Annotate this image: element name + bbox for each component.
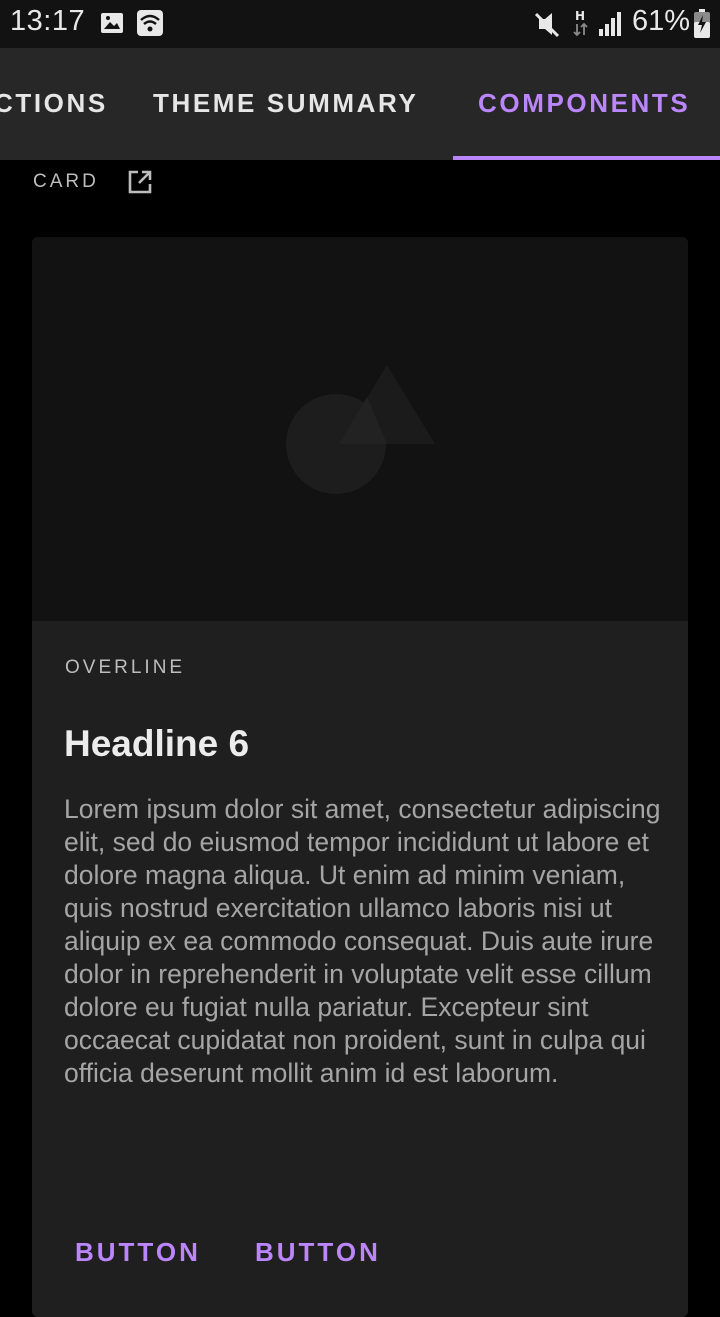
card-button-primary[interactable]: BUTTON <box>75 1237 201 1268</box>
status-bar: 13:17 H 61% <box>0 0 720 48</box>
battery-percent: 61% <box>632 5 691 37</box>
tab-bar: CTIONS THEME SUMMARY COMPONENTS <box>0 48 720 160</box>
shapes-placeholder-icon <box>286 365 435 494</box>
card-headline: Headline 6 <box>64 723 250 764</box>
tab-interactions[interactable]: CTIONS <box>0 88 108 119</box>
tab-theme-summary[interactable]: THEME SUMMARY <box>153 88 418 119</box>
card-button-secondary[interactable]: BUTTON <box>255 1237 381 1268</box>
tab-indicator <box>453 156 720 160</box>
card-overline: OVERLINE <box>65 657 186 678</box>
network-h-icon: H <box>572 8 590 42</box>
open-in-new-icon[interactable] <box>127 169 153 195</box>
mute-icon <box>534 10 560 42</box>
battery-charging-icon <box>693 9 711 43</box>
card-media <box>32 237 688 621</box>
image-icon <box>100 12 124 38</box>
status-time: 13:17 <box>10 5 86 37</box>
signal-icon <box>598 11 624 41</box>
section-header: CARD <box>33 166 153 198</box>
card-body-text: Lorem ipsum dolor sit amet, consectetur … <box>64 794 661 1088</box>
component-card: OVERLINE Headline 6 Lorem ipsum dolor si… <box>32 237 688 1317</box>
svg-text:H: H <box>575 9 585 23</box>
tab-components[interactable]: COMPONENTS <box>478 88 690 119</box>
wifi-icon <box>137 10 163 40</box>
section-title: CARD <box>33 171 99 192</box>
